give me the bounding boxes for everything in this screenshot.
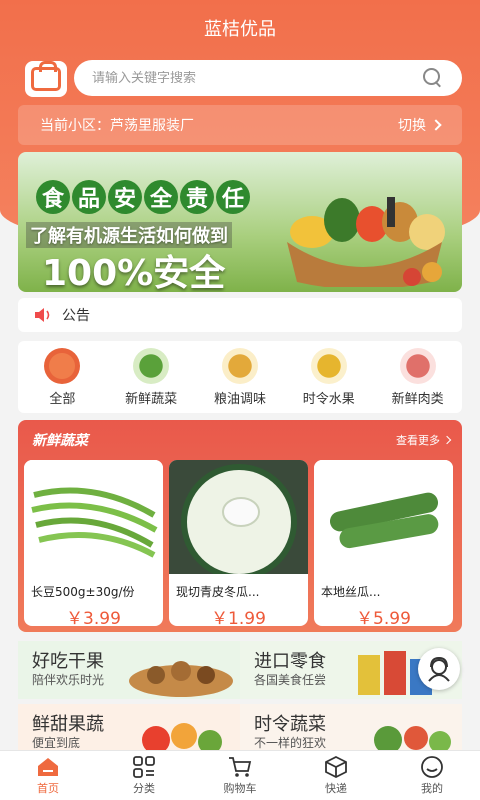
promo-title: 鲜甜果蔬 [32,714,104,735]
tab-label: 快递 [325,781,347,795]
bag-logo-icon [31,61,61,91]
loofah-image [314,460,453,574]
category-label: 全部 [49,391,76,407]
banner-headline: 100%安全 [42,253,226,292]
product-card[interactable]: 现切青皮冬瓜... ￥1.99 [169,460,308,626]
switch-community-button[interactable]: 切换 [398,115,442,135]
banner-title-char: 安 [108,180,142,214]
banner-title: 食 品 安 全 责 任 [36,180,250,214]
oil-icon [221,347,258,384]
view-more-link[interactable]: 查看更多 [396,432,452,448]
promo-title: 好吃干果 [32,651,104,672]
package-icon [325,755,347,778]
category-label: 时令水果 [302,391,355,407]
promo-fruits-veggies[interactable]: 鲜甜果蔬 便宜到底 [18,704,240,750]
promo-subtitle: 陪伴欢乐时光 [32,673,105,687]
customer-service-button[interactable] [418,648,460,690]
promo-dried-fruits[interactable]: 好吃干果 陪伴欢乐时光 [18,641,240,699]
category-grain-oil[interactable]: 粮油调味 [199,347,281,407]
long-bean-image [24,460,163,574]
fruits-image [142,723,222,750]
category-vegetables[interactable]: 新鲜蔬菜 [110,347,192,407]
category-grid: 全部 新鲜蔬菜 粮油调味 时令水果 新鲜肉类 [18,341,462,413]
chevron-right-icon [442,435,452,445]
meat-icon [399,347,436,384]
promo-seasonal-veggies[interactable]: 时令蔬菜 不一样的狂欢 [240,704,462,750]
category-label: 粮油调味 [213,391,266,407]
product-list: 长豆500g±30g/份 ￥3.99 现切青皮冬瓜... ￥1.99 本地丝瓜.… [18,460,462,626]
search-input[interactable] [92,70,422,86]
promo-subtitle: 各国美食任尝 [254,673,327,687]
section-title: 新鲜蔬菜 [32,433,88,449]
promo-title: 时令蔬菜 [254,714,326,735]
banner-title-char: 责 [180,180,214,214]
notice-label: 公告 [62,308,90,324]
store-logo [25,61,67,97]
grid-icon [133,755,155,778]
search-icon[interactable] [422,67,444,89]
category-all[interactable]: 全部 [21,347,103,407]
promo-subtitle: 便宜到底 [32,736,81,750]
product-price: ￥5.99 [356,609,411,626]
tab-mine[interactable]: 我的 [397,755,467,796]
banner-title-char: 全 [144,180,178,214]
fresh-vegetables-section: 新鲜蔬菜 查看更多 长豆500g±30g/份 ￥3.99 现切青皮冬瓜... ￥… [18,420,462,632]
bag-icon [44,347,81,384]
tab-category[interactable]: 分类 [109,755,179,796]
tab-label: 我的 [421,781,443,795]
view-more-label: 查看更多 [396,434,440,447]
smile-face-icon [421,755,443,778]
vegetables-image [374,726,451,750]
tab-home[interactable]: 首页 [13,756,83,796]
winter-melon-image [169,460,308,580]
tab-express[interactable]: 快递 [301,755,371,796]
promo-banner[interactable]: 食 品 安 全 责 任 了解有机源生活如何做到 100%安全 [18,152,462,292]
home-icon [38,757,58,776]
promo-subtitle: 不一样的狂欢 [254,736,327,750]
speaker-icon [35,308,50,322]
banner-title-char: 任 [216,180,250,214]
product-price: ￥3.99 [66,609,121,626]
banner-title-char: 食 [36,180,70,214]
pineapple-icon [310,347,347,384]
chevron-right-icon [430,119,442,131]
community-bar: 当前小区：芦荡里服装厂 切换 [18,105,462,145]
notice-bar[interactable]: 公告 [18,298,462,332]
fruit-basket-image [287,197,445,287]
section-header: 新鲜蔬菜 查看更多 [18,420,462,460]
tab-label: 首页 [37,781,59,795]
product-card[interactable]: 本地丝瓜... ￥5.99 [314,460,453,626]
product-card[interactable]: 长豆500g±30g/份 ￥3.99 [24,460,163,626]
vegetable-icon [133,347,170,384]
tab-label: 购物车 [223,781,257,795]
category-fruits[interactable]: 时令水果 [288,347,370,407]
product-name: 现切青皮冬瓜... [176,585,260,599]
category-label: 新鲜蔬菜 [125,391,178,407]
category-meat[interactable]: 新鲜肉类 [377,347,459,407]
nuts-image [129,661,233,697]
headset-icon [428,656,450,682]
product-name: 本地丝瓜... [321,585,381,599]
cart-icon [229,756,252,777]
bottom-tab-bar: 首页 分类 购物车 快递 我的 [0,750,480,800]
product-price: ￥1.99 [211,609,266,626]
banner-title-char: 品 [72,180,106,214]
product-name: 长豆500g±30g/份 [31,585,135,599]
search-bar[interactable] [74,60,462,96]
app-title: 蓝桔优品 [204,18,276,40]
tab-cart[interactable]: 购物车 [205,756,275,796]
category-label: 新鲜肉类 [391,391,444,407]
current-community-label: 当前小区：芦荡里服装厂 [40,118,194,134]
switch-label: 切换 [398,118,426,134]
promo-title: 进口零食 [254,651,326,672]
tab-label: 分类 [133,781,155,795]
